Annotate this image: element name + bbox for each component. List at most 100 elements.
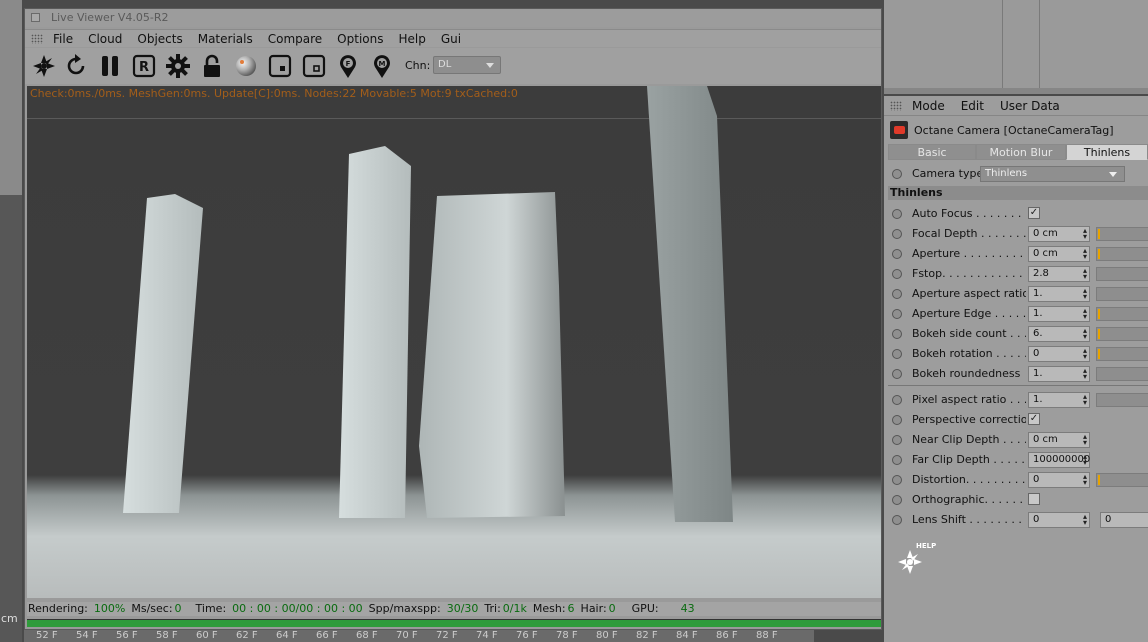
keyframe-dot[interactable] [892, 475, 902, 485]
pin-m-icon[interactable]: M [367, 51, 397, 81]
keyframe-dot[interactable] [892, 435, 902, 445]
slider-handle[interactable] [1098, 249, 1100, 259]
param-number-field[interactable]: 2.8 ▴ ▾ [1028, 266, 1090, 282]
spinner-arrows-icon[interactable]: ▴ ▾ [1083, 327, 1087, 341]
keyframe-dot[interactable] [892, 289, 902, 299]
menu-objects[interactable]: Objects [137, 32, 182, 46]
param-number-field[interactable]: 6. ▴ ▾ [1028, 326, 1090, 342]
spinner-arrows-icon[interactable]: ▴ ▾ [1083, 227, 1087, 241]
menu-gui[interactable]: Gui [441, 32, 461, 46]
param-slider[interactable] [1096, 473, 1148, 487]
slider-handle[interactable] [1098, 349, 1100, 359]
camera-type-select[interactable]: Thinlens [980, 166, 1125, 182]
timeline-ruler[interactable]: 52 F 54 F 56 F 58 F 60 F 62 F 64 F 66 F 68 F 70 F… [24, 630, 814, 642]
slider-handle[interactable] [1098, 475, 1100, 485]
mssec-label: Ms/sec: [131, 602, 173, 615]
param-number-field[interactable]: 0 ▴ ▾ [1028, 512, 1090, 528]
region-icon[interactable] [265, 51, 295, 81]
param-number-field[interactable]: 0 cm ▴ ▾ [1028, 432, 1090, 448]
spinner-arrows-icon[interactable]: ▴ ▾ [1083, 453, 1087, 467]
param-row: Focal Depth . . . . . . . . . 0 cm ▴▾ [884, 224, 1148, 244]
keyframe-dot[interactable] [892, 309, 902, 319]
tab-basic[interactable]: Basic [888, 144, 976, 160]
menu-options[interactable]: Options [337, 32, 383, 46]
keyframe-dot[interactable] [892, 249, 902, 259]
menu-cloud[interactable]: Cloud [88, 32, 122, 46]
region-film-icon[interactable] [299, 51, 329, 81]
keyframe-dot[interactable] [892, 349, 902, 359]
menu-compare[interactable]: Compare [268, 32, 322, 46]
render-viewport[interactable]: Check:0ms./0ms. MeshGen:0ms. Update[C]:0… [27, 86, 881, 598]
lock-icon[interactable] [197, 51, 227, 81]
param-number-field[interactable]: 1. ▴ ▾ [1028, 306, 1090, 322]
keyframe-dot[interactable] [892, 515, 902, 525]
param-number-field[interactable]: 1. ▴ ▾ [1028, 366, 1090, 382]
keyframe-dot[interactable] [892, 209, 902, 219]
spinner-arrows-icon[interactable]: ▴ ▾ [1083, 247, 1087, 261]
param-slider[interactable] [1096, 307, 1148, 321]
menu-edit[interactable]: Edit [961, 99, 984, 113]
param-number-field[interactable]: 1. ▴ ▾ [1028, 392, 1090, 408]
r-icon[interactable]: R [129, 51, 159, 81]
param-number-field[interactable]: 0 cm ▴ ▾ [1028, 226, 1090, 242]
menu-file[interactable]: File [53, 32, 73, 46]
gear-icon[interactable] [163, 51, 193, 81]
keyframe-dot[interactable] [892, 495, 902, 505]
spinner-arrows-icon[interactable]: ▴ ▾ [1083, 433, 1087, 447]
keyframe-dot[interactable] [892, 229, 902, 239]
window-checkbox[interactable] [31, 13, 40, 22]
menu-user-data[interactable]: User Data [1000, 99, 1060, 113]
title-bar[interactable]: Live Viewer V4.05-R2 [25, 9, 881, 27]
tab-thinlens[interactable]: Thinlens [1066, 144, 1148, 160]
spinner-arrows-icon[interactable]: ▴ ▾ [1083, 287, 1087, 301]
menu-mode[interactable]: Mode [912, 99, 945, 113]
keyframe-dot[interactable] [892, 329, 902, 339]
tab-motion-blur[interactable]: Motion Blur [976, 144, 1066, 160]
spinner-arrows-icon[interactable]: ▴ ▾ [1083, 367, 1087, 381]
param-checkbox[interactable] [1028, 493, 1040, 505]
chevron-down-icon [1109, 172, 1117, 177]
param-number-field[interactable]: 0 ▴ ▾ [1028, 346, 1090, 362]
keyframe-dot[interactable] [892, 395, 902, 405]
slider-handle[interactable] [1098, 229, 1100, 239]
slider-handle[interactable] [1098, 329, 1100, 339]
param-checkbox[interactable]: ✓ [1028, 207, 1040, 219]
spinner-arrows-icon[interactable]: ▴ ▾ [1083, 513, 1087, 527]
param-number-field[interactable]: 0 cm ▴ ▾ [1028, 246, 1090, 262]
spinner-arrows-icon[interactable]: ▴ ▾ [1083, 347, 1087, 361]
param-slider[interactable] [1096, 247, 1148, 261]
param-number-field[interactable]: 100000000 ▴ ▾ [1028, 452, 1090, 468]
keyframe-dot[interactable] [892, 415, 902, 425]
spinner-arrows-icon[interactable]: ▴ ▾ [1083, 307, 1087, 321]
param-number-field-2[interactable]: 0 [1100, 512, 1148, 528]
slider-handle[interactable] [1098, 309, 1100, 319]
menu-materials[interactable]: Materials [198, 32, 253, 46]
menu-help[interactable]: Help [398, 32, 425, 46]
octane-logo-icon[interactable] [29, 51, 59, 81]
param-slider[interactable] [1096, 267, 1148, 281]
keyframe-dot[interactable] [892, 369, 902, 379]
param-slider[interactable] [1096, 393, 1148, 407]
refresh-icon[interactable] [61, 51, 91, 81]
param-slider[interactable] [1096, 367, 1148, 381]
sphere-icon[interactable] [231, 51, 261, 81]
pause-icon[interactable] [95, 51, 125, 81]
spinner-arrows-icon[interactable]: ▴ ▾ [1083, 473, 1087, 487]
pin-f-icon[interactable]: F [333, 51, 363, 81]
menu-grip-icon[interactable] [890, 101, 902, 111]
param-checkbox[interactable]: ✓ [1028, 413, 1040, 425]
param-number-field[interactable]: 0 ▴ ▾ [1028, 472, 1090, 488]
help-button[interactable]: HELP [896, 540, 936, 580]
param-slider[interactable] [1096, 287, 1148, 301]
param-slider[interactable] [1096, 327, 1148, 341]
spinner-arrows-icon[interactable]: ▴ ▾ [1083, 267, 1087, 281]
menu-grip-icon[interactable] [31, 34, 43, 44]
param-number-field[interactable]: 1. ▴ ▾ [1028, 286, 1090, 302]
keyframe-dot[interactable] [892, 169, 902, 179]
spinner-arrows-icon[interactable]: ▴ ▾ [1083, 393, 1087, 407]
keyframe-dot[interactable] [892, 269, 902, 279]
param-slider[interactable] [1096, 227, 1148, 241]
param-slider[interactable] [1096, 347, 1148, 361]
keyframe-dot[interactable] [892, 455, 902, 465]
channel-select[interactable]: DL [433, 56, 501, 74]
